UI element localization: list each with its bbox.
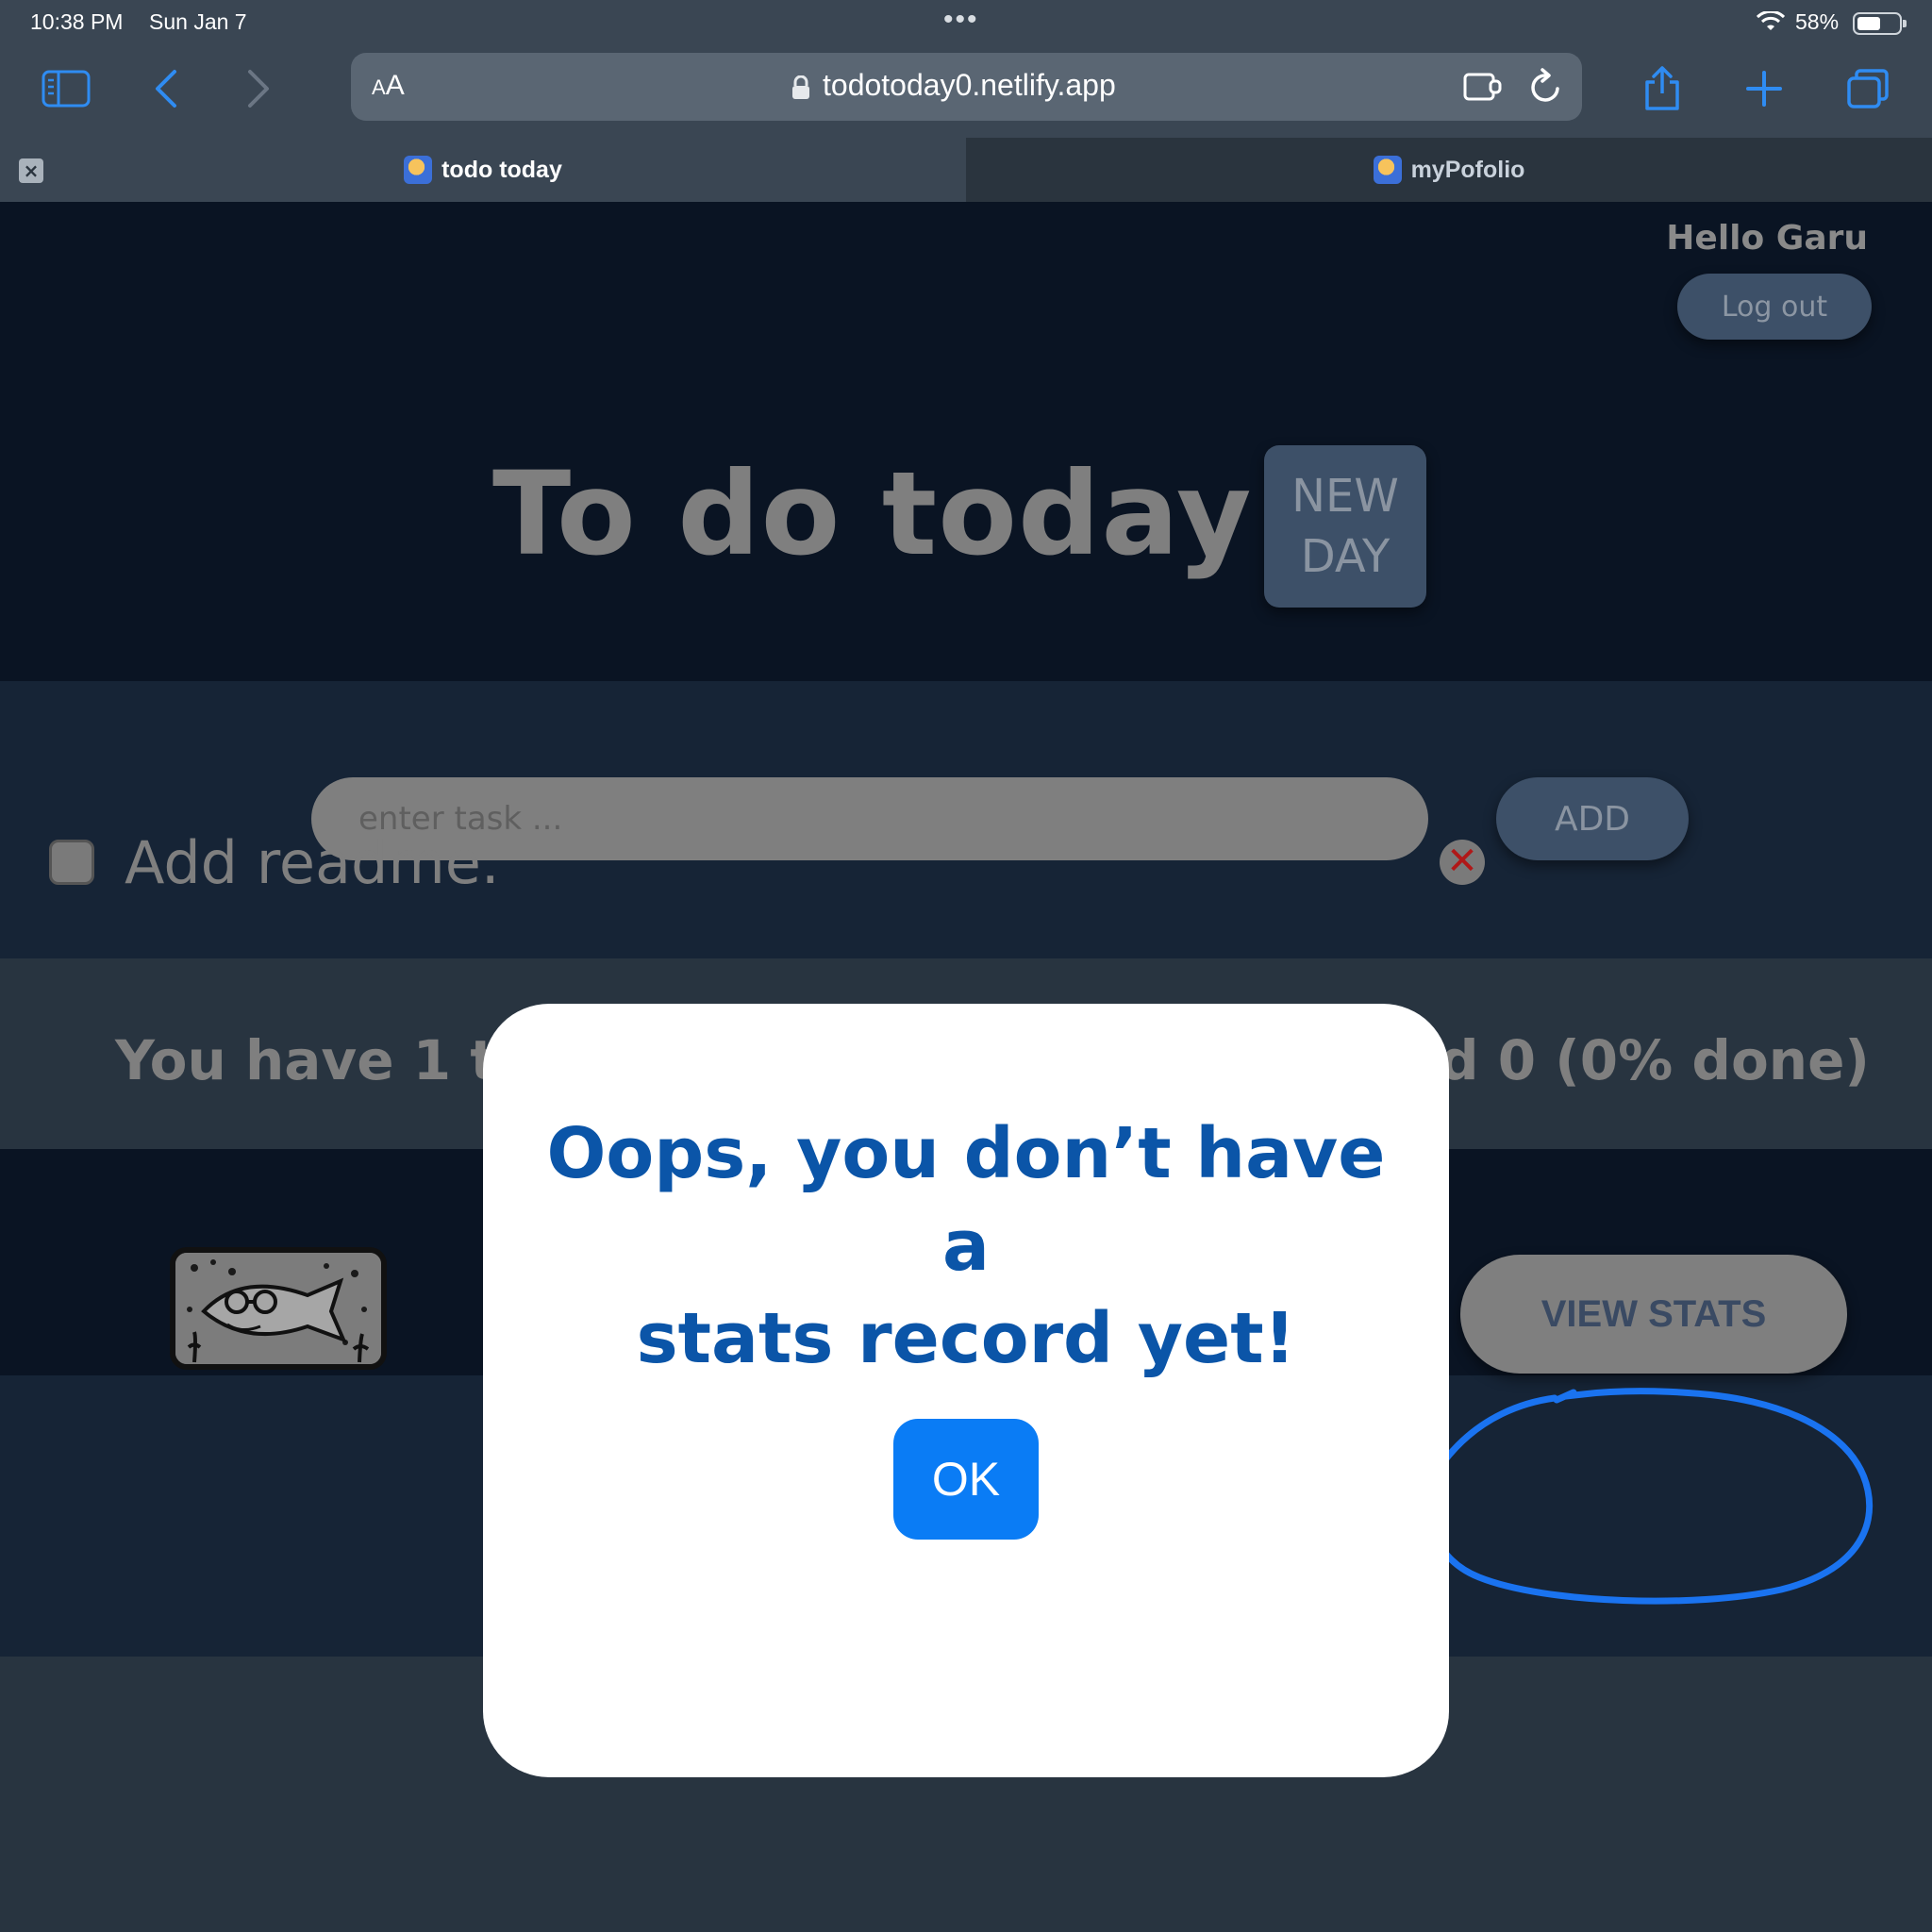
tab-bar: todo today × myPofolio xyxy=(0,138,1932,202)
url-text[interactable]: todotoday0.netlify.app xyxy=(823,68,1116,103)
ok-button[interactable]: OK xyxy=(893,1419,1039,1540)
new-day-button[interactable]: NEW DAY xyxy=(1264,445,1426,608)
task-summary-left: You have 1 ta xyxy=(115,1028,534,1092)
task-entry-section: ADD xyxy=(0,681,1932,958)
alert-message-line1: Oops, you don’t have a xyxy=(546,1113,1386,1287)
alert-message-line2: stats record yet! xyxy=(636,1298,1296,1379)
new-tab-icon[interactable] xyxy=(1738,64,1790,113)
task-summary-right: d 0 (0% done) xyxy=(1440,1028,1870,1092)
greeting: Hello Garu xyxy=(1666,219,1868,258)
task-checkbox[interactable] xyxy=(49,840,94,885)
status-bar: 10:38 PM Sun Jan 7 ••• 58% xyxy=(0,0,1932,47)
favicon-icon xyxy=(404,156,433,184)
reload-icon[interactable] xyxy=(1528,68,1564,109)
tab-mypofolio[interactable]: myPofolio xyxy=(966,138,1932,202)
logout-button[interactable]: Log out xyxy=(1677,274,1872,340)
annotation-circle xyxy=(1425,1388,1874,1605)
favicon-icon xyxy=(1373,156,1402,184)
add-task-button[interactable]: ADD xyxy=(1496,777,1689,860)
multitasking-dots-icon[interactable]: ••• xyxy=(943,4,979,36)
share-icon[interactable] xyxy=(1636,64,1689,113)
tabs-overview-icon[interactable] xyxy=(1841,64,1894,113)
status-date: Sun Jan 7 xyxy=(149,9,247,34)
forward-icon[interactable] xyxy=(232,64,285,113)
close-tab-icon[interactable]: × xyxy=(19,158,43,183)
back-icon[interactable] xyxy=(140,64,192,113)
browser-toolbar: AA todotoday0.netlify.app xyxy=(0,47,1932,138)
battery-percent: 58% xyxy=(1795,9,1840,34)
new-day-label-line1: NEW xyxy=(1291,470,1399,523)
tab-label: myPofolio xyxy=(1410,156,1525,183)
status-time: 10:38 PM xyxy=(30,9,124,34)
battery-icon xyxy=(1853,12,1907,35)
address-bar[interactable]: AA todotoday0.netlify.app xyxy=(351,53,1582,121)
tab-todo-today[interactable]: todo today xyxy=(0,138,966,202)
delete-task-icon[interactable]: ✕ xyxy=(1440,840,1485,885)
wifi-icon xyxy=(1756,9,1786,32)
battery-fill xyxy=(1857,17,1880,30)
tab-label: todo today xyxy=(441,156,562,183)
alert-dialog: Oops, you don’t have a stats record yet!… xyxy=(483,1004,1449,1777)
page-title: To do today xyxy=(492,447,1253,581)
task-text: Add readme. xyxy=(125,828,500,897)
view-stats-button[interactable]: VIEW STATS xyxy=(1460,1255,1847,1374)
new-day-label-line2: DAY xyxy=(1300,530,1391,583)
alert-message: Oops, you don’t have a stats record yet! xyxy=(521,1108,1411,1385)
lock-icon xyxy=(791,75,811,104)
reader-options-button[interactable]: AA xyxy=(372,70,405,102)
app-header: Hello Garu Log out To do today NEW DAY xyxy=(0,202,1932,681)
fish-logo-icon xyxy=(170,1247,387,1370)
sidebar-icon[interactable] xyxy=(40,64,92,113)
extension-icon[interactable] xyxy=(1462,70,1504,108)
